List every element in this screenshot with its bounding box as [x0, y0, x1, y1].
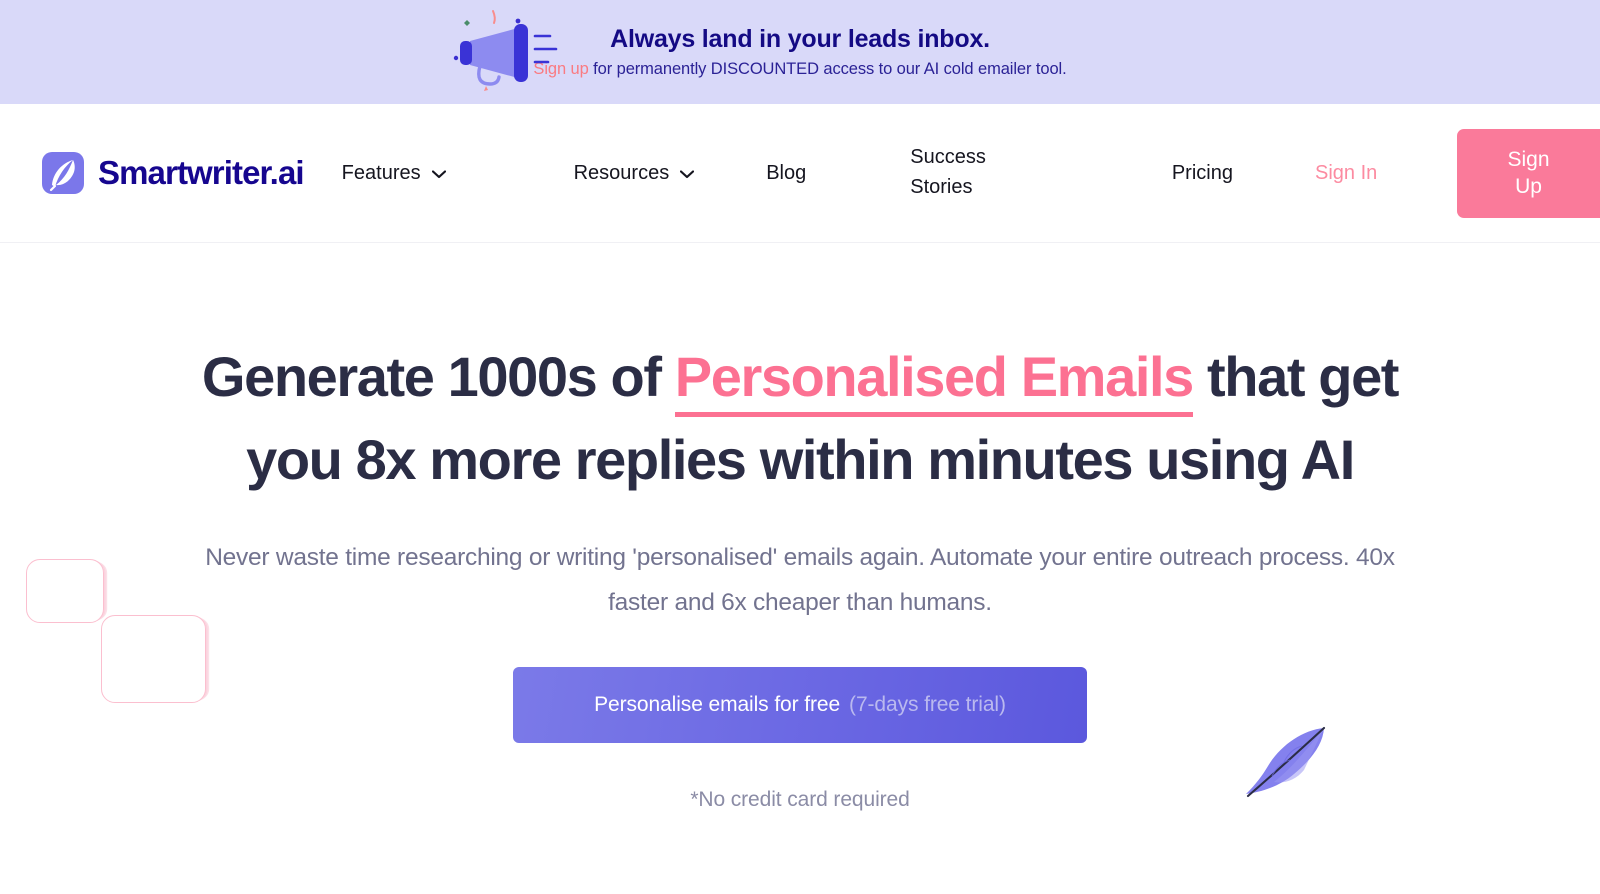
nav-item-success-stories[interactable]: Success Stories	[910, 145, 986, 200]
hero-section: Generate 1000s of Personalised Emails th…	[0, 243, 1600, 894]
cta-primary-label: Personalise emails for free	[594, 692, 841, 716]
logo-text: Smartwriter.ai	[98, 154, 305, 191]
nav-item-pricing[interactable]: Pricing	[1172, 162, 1233, 185]
megaphone-icon	[440, 8, 570, 98]
cta-container: Personalise emails for free (7-days free…	[0, 666, 1600, 743]
decorative-square-1	[26, 559, 104, 623]
chevron-down-icon	[680, 162, 695, 185]
site-header: Smartwriter.ai Features Resources Blog S…	[0, 104, 1600, 243]
promo-banner: Always land in your leads inbox. Sign up…	[0, 0, 1600, 104]
sign-up-label-line2: Up	[1515, 174, 1542, 198]
hero-subtitle: Never waste time researching or writing …	[205, 543, 1395, 616]
nav-label-pricing: Pricing	[1171, 161, 1233, 184]
nav-label-resources: Resources	[573, 161, 670, 184]
sign-up-button[interactable]: Sign Up	[1457, 129, 1600, 218]
cta-secondary-label: (7-days free trial)	[849, 692, 1006, 716]
sign-in-link[interactable]: Sign In	[1315, 162, 1377, 185]
hero-title-highlight: Personalised Emails	[674, 345, 1194, 417]
sign-up-label-line1: Sign	[1507, 147, 1550, 171]
personalise-emails-cta-button[interactable]: Personalise emails for free (7-days free…	[513, 666, 1087, 743]
feather-icon	[42, 152, 84, 194]
page-title: Generate 1000s of Personalised Emails th…	[190, 243, 1410, 502]
chevron-down-icon	[431, 162, 446, 185]
nav-label-blog: Blog	[766, 161, 807, 184]
nav-label-success: Success	[910, 146, 986, 169]
nav-label-features: Features	[341, 161, 421, 184]
banner-text-block: Always land in your leads inbox. Sign up…	[533, 24, 1066, 78]
no-credit-card-note: *No credit card required	[690, 787, 910, 811]
banner-subtitle-rest: for permanently DISCOUNTED access to our…	[588, 59, 1067, 78]
banner-subtitle: Sign up for permanently DISCOUNTED acces…	[533, 61, 1066, 78]
logo[interactable]: Smartwriter.ai	[42, 152, 305, 194]
main-nav: Features Resources Blog Success Stories …	[342, 104, 1600, 242]
hero-title-part1: Generate 1000s of	[201, 345, 675, 408]
nav-item-features[interactable]: Features	[342, 162, 446, 185]
nav-label-stories: Stories	[910, 176, 973, 198]
banner-title: Always land in your leads inbox.	[610, 24, 990, 53]
nav-item-blog[interactable]: Blog	[766, 162, 806, 185]
nav-item-resources[interactable]: Resources	[574, 162, 695, 185]
